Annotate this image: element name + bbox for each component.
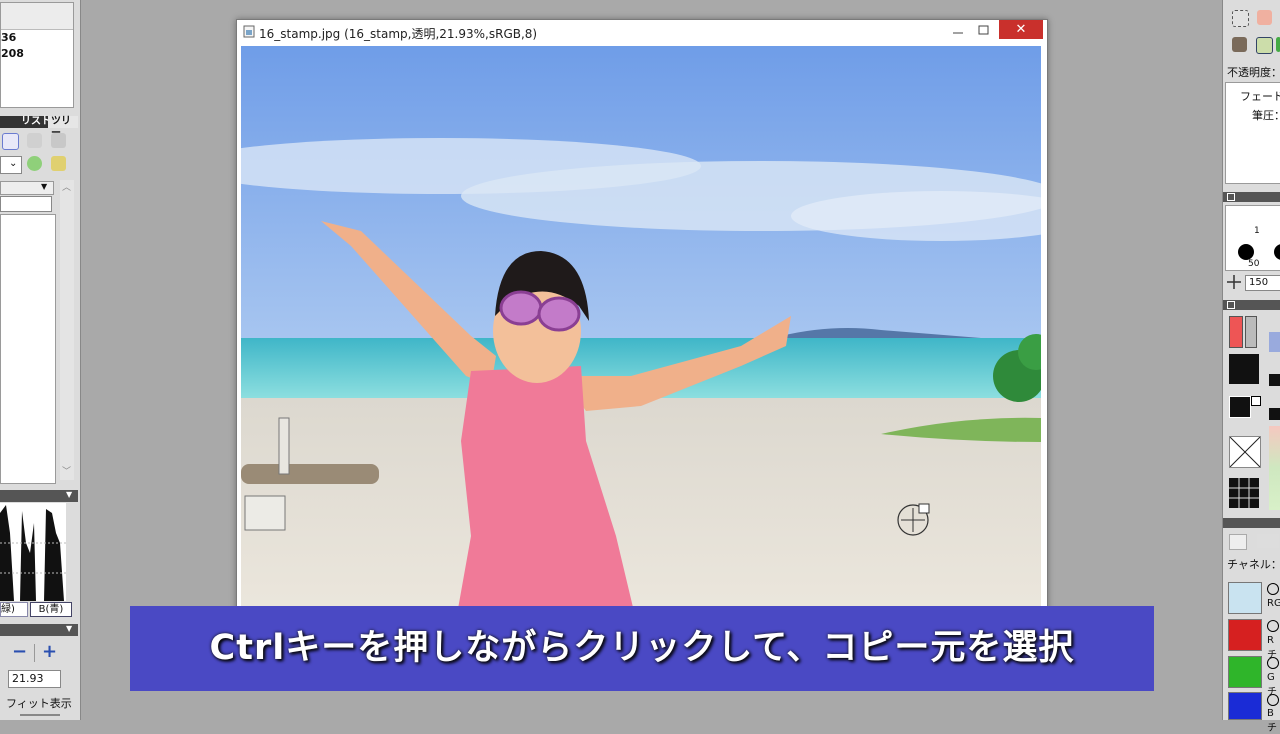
pattern-grid-icon[interactable] xyxy=(1229,478,1259,508)
channel-thumb-r[interactable] xyxy=(1228,619,1262,651)
histogram xyxy=(0,503,66,601)
channel-visible-icon[interactable] xyxy=(1267,583,1279,595)
clone-stamp-tool-icon[interactable] xyxy=(1256,37,1273,54)
color-gradient-strip[interactable] xyxy=(1269,426,1280,510)
color-tab[interactable] xyxy=(1269,332,1280,352)
zoom-in-button[interactable]: + xyxy=(42,641,57,662)
right-panel: 不透明度： フェード： 筆圧： 1 50 150 チャネル：表 RG Rチ Gチ… xyxy=(1222,0,1280,734)
layer-list[interactable] xyxy=(0,214,56,484)
subtitle-caption: Ctrlキーを押しながらクリックして、コピー元を選択 xyxy=(130,606,1154,691)
transparent-color-icon[interactable] xyxy=(1229,436,1261,468)
collapse-icon[interactable]: ▼ xyxy=(66,624,72,633)
image-canvas[interactable] xyxy=(241,46,1041,620)
channel-panel-header xyxy=(1223,518,1280,528)
channel-label-rgb: RG xyxy=(1267,598,1280,609)
minimize-icon[interactable] xyxy=(949,24,967,38)
channel-visible-icon[interactable] xyxy=(1267,620,1279,632)
brush-tool-icon[interactable] xyxy=(1257,10,1272,25)
paths-tab-icon[interactable] xyxy=(1257,534,1279,548)
pressure-label: 筆圧： xyxy=(1252,109,1280,122)
color-slider-icon[interactable] xyxy=(1229,316,1243,348)
smudge-tool-icon[interactable] xyxy=(1232,37,1247,52)
brush-size-50: 50 xyxy=(1248,259,1260,269)
layer-tabbar: リスト ツリー xyxy=(0,116,78,139)
image-window: 16_stamp.jpg (16_stamp,透明,21.93%,sRGB,8)… xyxy=(236,19,1048,621)
caption-text: Ctrlキーを押しながらクリックして、コピー元を選択 xyxy=(209,628,1075,668)
brush-size-field[interactable]: 150 xyxy=(1245,275,1280,291)
layers-tab-icon[interactable] xyxy=(1229,534,1247,550)
chevron-down-icon: ⌄ xyxy=(9,158,18,169)
info-header xyxy=(1,3,73,30)
color-grid-icon[interactable] xyxy=(1245,316,1257,348)
window-title: 16_stamp.jpg (16_stamp,透明,21.93%,sRGB,8) xyxy=(259,27,538,41)
channel-visible-icon[interactable] xyxy=(1267,694,1279,706)
tool-settings-box: フェード： 筆圧： xyxy=(1225,82,1280,184)
info-line-2: 208 xyxy=(1,47,24,60)
color-chip-2[interactable] xyxy=(1269,408,1280,420)
foreground-color-swatch[interactable] xyxy=(1229,354,1259,384)
color-panel-header xyxy=(1223,300,1280,310)
info-box: 36 208 xyxy=(0,2,74,108)
navigator-header: ▼ xyxy=(0,624,78,636)
secondary-color-swatch[interactable] xyxy=(1229,396,1251,418)
channel-green-button[interactable]: 緑) xyxy=(0,602,28,617)
blend-mode-select[interactable]: ⌄ xyxy=(0,156,22,174)
select-tool-icon[interactable] xyxy=(1232,10,1249,27)
swap-colors-icon[interactable] xyxy=(1251,396,1261,406)
channel-thumb-g[interactable] xyxy=(1228,656,1262,688)
close-button[interactable]: ✕ xyxy=(999,20,1043,39)
zoom-divider xyxy=(34,644,35,662)
layer-scrollbar[interactable]: ︿ ﹀ xyxy=(60,180,74,480)
dropdown-arrow-icon: ▼ xyxy=(41,182,48,191)
scroll-up-icon[interactable]: ︿ xyxy=(62,180,71,193)
clone-stamp-cursor-icon xyxy=(897,502,931,536)
copy-layer-icon[interactable] xyxy=(27,133,42,148)
left-panel: 36 208 リスト ツリー ⌄ ▼ ︿ ﹀ ▼ 緑) B(青) ▼ − + 2… xyxy=(0,0,81,720)
brush-preset-dot[interactable] xyxy=(1238,244,1254,260)
trash-icon[interactable] xyxy=(51,133,66,148)
window-titlebar[interactable]: 16_stamp.jpg (16_stamp,透明,21.93%,sRGB,8)… xyxy=(237,20,1047,44)
channel-display-label: チャネル：表 xyxy=(1227,558,1280,571)
channel-thumb-rgb[interactable] xyxy=(1228,582,1262,614)
fit-view-button[interactable]: フィット表示 xyxy=(6,695,72,711)
refresh-icon[interactable] xyxy=(51,156,66,171)
brush-preset-dot-2[interactable] xyxy=(1274,244,1280,260)
fade-label: フェード： xyxy=(1240,90,1280,103)
document-icon xyxy=(243,25,255,38)
channel-thumb-b[interactable] xyxy=(1228,692,1262,720)
tab-tree[interactable]: ツリー xyxy=(48,116,78,139)
channel-blue-button[interactable]: B(青) xyxy=(30,602,72,617)
histogram-graph xyxy=(0,505,66,601)
move-icon[interactable] xyxy=(1227,275,1241,289)
channel-visible-icon[interactable] xyxy=(1267,657,1279,669)
layer-name-field[interactable] xyxy=(0,196,52,212)
scroll-down-icon[interactable]: ﹀ xyxy=(62,464,71,477)
collapse-icon[interactable]: ▼ xyxy=(66,490,72,499)
eraser-tool-icon[interactable] xyxy=(1276,37,1280,52)
brush-presets[interactable]: 1 50 xyxy=(1225,205,1280,271)
channel-label-b: Bチ xyxy=(1267,708,1277,734)
info-line-1: 36 xyxy=(1,31,17,44)
brush-panel-header xyxy=(1223,192,1280,202)
back-arrow-icon[interactable] xyxy=(27,156,42,171)
color-chip-1[interactable] xyxy=(1269,374,1280,386)
zoom-out-button[interactable]: − xyxy=(12,641,27,662)
maximize-icon[interactable] xyxy=(975,23,993,37)
brush-size-1: 1 xyxy=(1254,226,1260,236)
new-layer-icon[interactable] xyxy=(2,133,19,150)
nav-slider[interactable] xyxy=(20,714,60,716)
opacity-label: 不透明度： xyxy=(1227,66,1280,79)
histogram-header: ▼ xyxy=(0,490,78,502)
zoom-value-field[interactable]: 21.93 xyxy=(8,670,61,688)
layer-dropdown[interactable]: ▼ xyxy=(0,181,54,195)
